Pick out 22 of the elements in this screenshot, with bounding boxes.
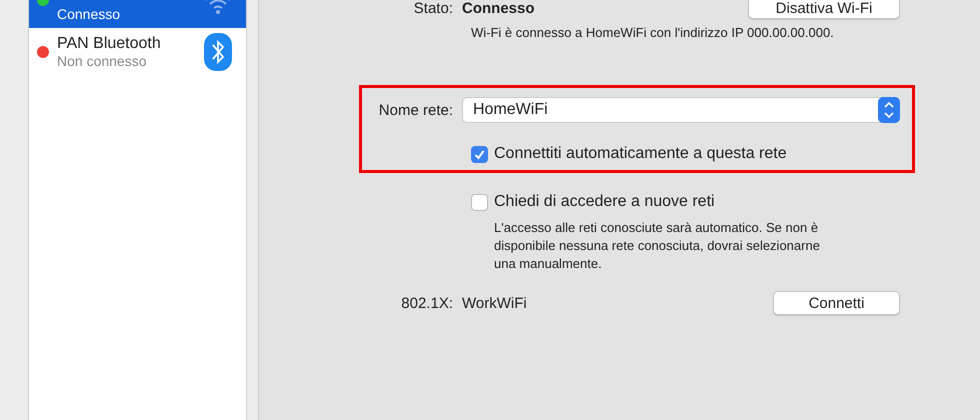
checkbox-label: Chiedi di accedere a nuove reti — [494, 193, 715, 211]
status-value: Connesso — [462, 0, 536, 16]
network-name-popup[interactable]: HomeWiFi — [462, 97, 900, 123]
status-info: Wi-Fi è connesso a HomeWiFi con l'indirizzo IP 000.00.00.000. — [471, 25, 835, 40]
help-text: L'accesso alle reti conosciute sarà automatico. Se non è disponibile nessuna rete conosciuta, dovrai selezionarne una manualmente. — [494, 219, 821, 273]
checkbox[interactable] — [471, 146, 488, 162]
sidebar-item[interactable]: PAN Bluetooth Non connesso — [29, 28, 246, 76]
network-name-label: Nome rete: — [378, 102, 454, 118]
status-label: Stato: — [412, 0, 454, 16]
bluetooth-icon — [204, 33, 232, 71]
service-status: Connesso — [57, 6, 122, 22]
wifi-icon — [204, 0, 232, 16]
checkbox-label: Connettiti automaticamente a questa rete — [494, 145, 787, 163]
sidebar-item[interactable]: Connesso — [29, 0, 246, 28]
turn-off-wifi-button[interactable]: Disattiva Wi-Fi — [748, 0, 900, 19]
service-status: Non connesso — [57, 53, 148, 69]
stepper-icon — [878, 97, 900, 123]
dot1x-label: 802.1X: — [400, 294, 454, 312]
service-name: PAN Bluetooth — [57, 35, 162, 53]
connect-button[interactable]: Connetti — [773, 291, 900, 315]
checkbox[interactable] — [471, 194, 488, 210]
dot1x-value: WorkWiFi — [462, 294, 528, 312]
